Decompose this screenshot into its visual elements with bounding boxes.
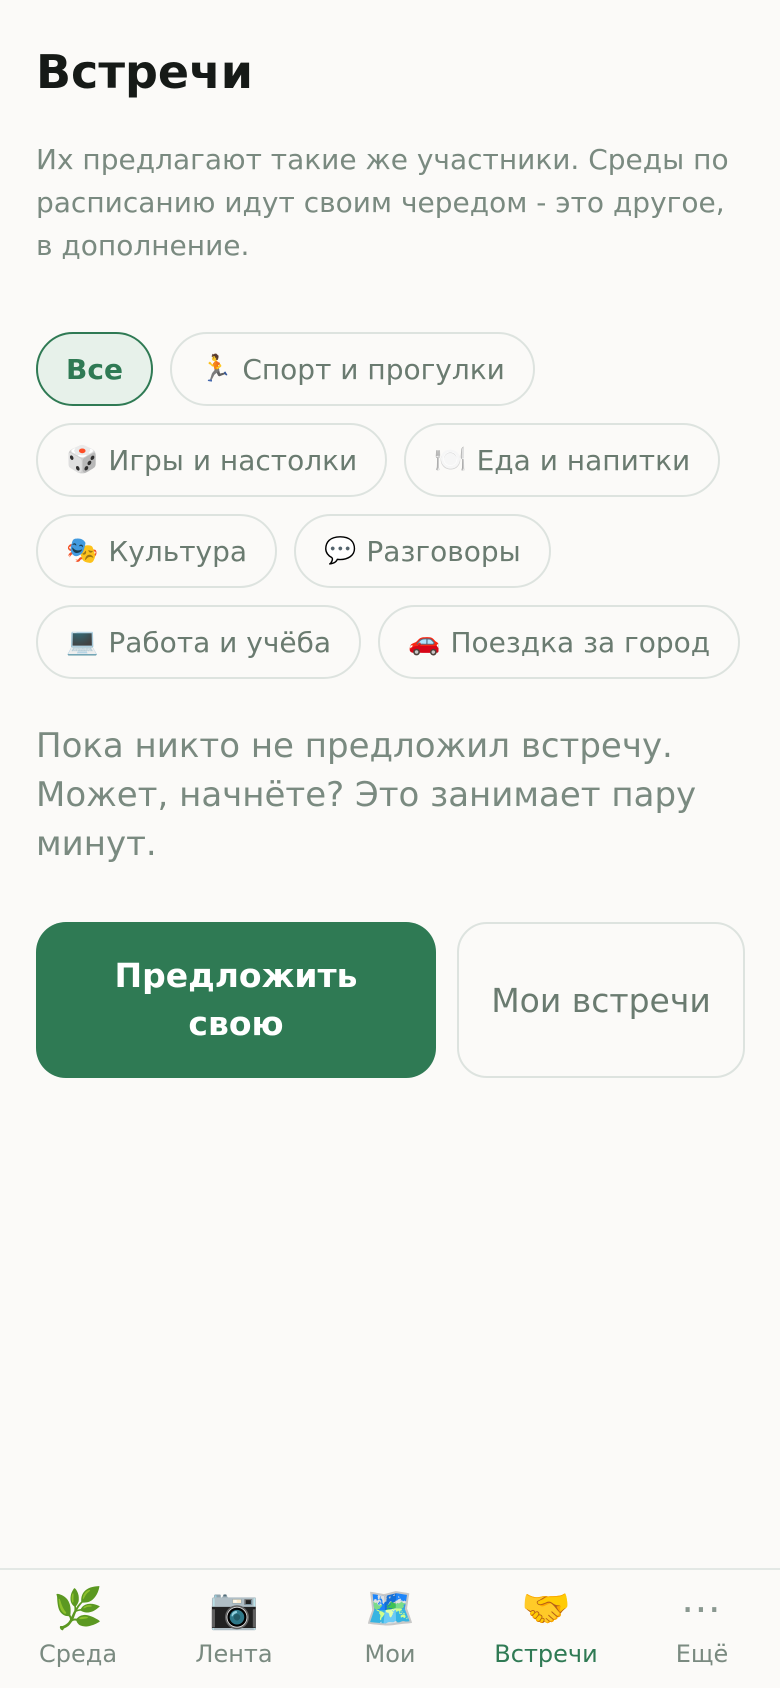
tab-label: Встречи <box>494 1640 598 1668</box>
filter-chip-label: Разговоры <box>366 534 521 568</box>
filter-chip-work-study[interactable]: 💻 Работа и учёба <box>36 605 362 679</box>
plate-cutlery-icon: 🍽️ <box>434 445 467 475</box>
speech-bubble-icon: 💬 <box>324 536 357 566</box>
tab-label: Мои <box>364 1640 416 1668</box>
propose-meetup-button[interactable]: Предложить свою <box>36 922 436 1078</box>
filter-chip-trip[interactable]: 🚗 Поездка за город <box>378 605 741 679</box>
tab-label: Среда <box>38 1640 118 1668</box>
filter-chip-talks[interactable]: 💬 Разговоры <box>294 514 551 588</box>
theater-masks-icon: 🎭 <box>66 536 99 566</box>
filter-chip-label: Спорт и прогулки <box>242 352 505 386</box>
intro-text: Их предлагают такие же участники. Среды … <box>36 143 729 262</box>
tab-more[interactable]: ⋯ Ещё <box>624 1570 780 1688</box>
map-icon: 🗺️ <box>365 1586 415 1632</box>
running-icon: 🏃 <box>199 354 233 384</box>
filter-chip-label: Работа и учёба <box>108 625 332 659</box>
filter-chip-label: Поездка за город <box>450 625 711 659</box>
filter-chip-games[interactable]: 🎲 Игры и настолки <box>36 423 388 497</box>
filter-chip-all[interactable]: Все <box>36 332 153 406</box>
filter-chip-label: Культура <box>108 534 248 568</box>
herb-icon: 🌿 <box>53 1586 103 1632</box>
filter-chip-food[interactable]: 🍽️ Еда и напитки <box>404 423 721 497</box>
my-meetups-button[interactable]: Мои встречи <box>457 922 745 1078</box>
camera-icon: 📷 <box>209 1586 259 1632</box>
laptop-icon: 💻 <box>66 627 99 657</box>
more-icon: ⋯ <box>681 1586 723 1632</box>
tab-label: Ещё <box>675 1640 729 1668</box>
tab-meetups[interactable]: 🤝 Встречи <box>468 1570 624 1688</box>
tab-label: Лента <box>195 1640 273 1668</box>
empty-state-message: Пока никто не предложил встречу. Может, … <box>36 726 697 864</box>
filter-chip-label: Игры и настолки <box>108 443 358 477</box>
bottom-tab-bar: 🌿 Среда 📷 Лента 🗺️ Мои 🤝 Встречи ⋯ Ещё <box>0 1568 780 1688</box>
filter-chip-label: Все <box>66 352 123 386</box>
tab-mine[interactable]: 🗺️ Мои <box>312 1570 468 1688</box>
car-icon: 🚗 <box>408 627 441 657</box>
filter-chip-culture[interactable]: 🎭 Культура <box>36 514 278 588</box>
tab-feed[interactable]: 📷 Лента <box>156 1570 312 1688</box>
handshake-icon: 🤝 <box>521 1586 571 1632</box>
filter-chip-label: Еда и напитки <box>476 443 691 477</box>
filter-chip-sport[interactable]: 🏃 Спорт и прогулки <box>169 332 535 406</box>
page-title: Встречи <box>36 45 253 99</box>
dice-icon: 🎲 <box>66 445 99 475</box>
tab-wednesday[interactable]: 🌿 Среда <box>0 1570 156 1688</box>
category-filters: Все 🏃 Спорт и прогулки 🎲 Игры и настолки… <box>36 332 748 679</box>
